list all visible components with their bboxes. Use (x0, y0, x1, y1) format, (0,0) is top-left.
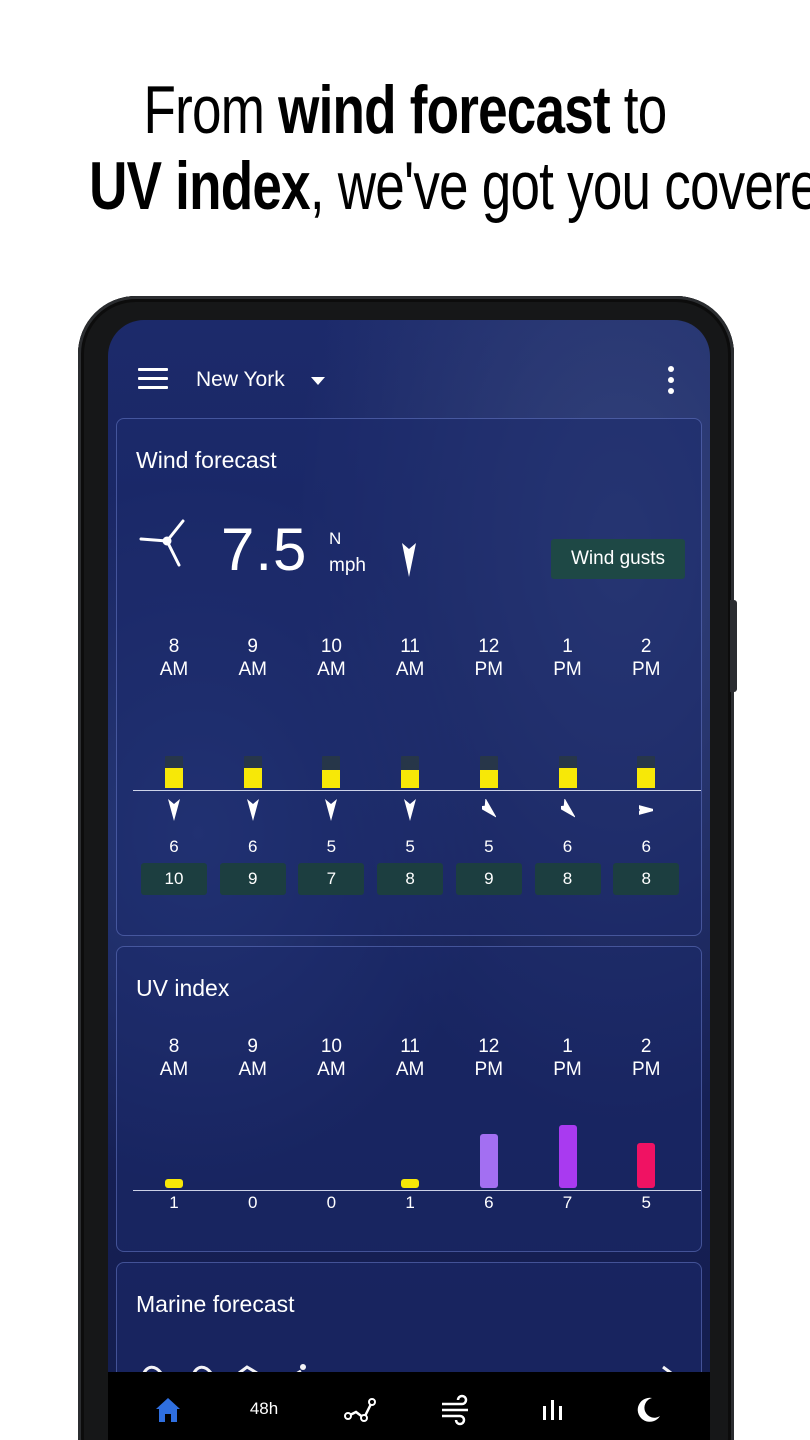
headline-text: , we've got you covered (309, 148, 810, 224)
wind-direction-arrow-icon (404, 799, 417, 821)
hour-label: 9 AM (238, 1036, 267, 1080)
uv-index-value: 6 (484, 1193, 494, 1212)
48h-tab[interactable]: 48h (244, 1392, 284, 1426)
current-wind-direction: N (329, 529, 342, 548)
hour-label: 8 AM (159, 1036, 189, 1080)
wind-gust-value: 8 (534, 863, 601, 895)
bottom-navigation: 48h (108, 1372, 710, 1440)
caret-down-icon[interactable] (311, 377, 325, 385)
uv-index-value: 5 (641, 1193, 651, 1212)
current-wind-speed: 7.5 (221, 516, 308, 583)
wind-direction-arrow-icon (481, 799, 496, 818)
chart-baseline (133, 1190, 701, 1191)
hour-label: 11 AM (395, 636, 425, 680)
wind-speed-bar (558, 768, 577, 788)
wind-speed-bar (243, 768, 262, 788)
headline-bold-text: UV index (89, 148, 310, 224)
graph-icon[interactable] (340, 1392, 380, 1426)
wind-gust-value: 8 (613, 863, 680, 895)
wind-forecast-card[interactable]: Wind forecast 7.5 N mph Wind gusts 8 AM 6 1… (116, 418, 702, 936)
hour-label: 12 PM (474, 1036, 504, 1080)
home-icon[interactable] (148, 1392, 188, 1426)
headline-line-2: UV index, we've got you covered (89, 148, 810, 224)
wind-speed-bar (165, 768, 183, 788)
promo-headline: From wind forecast to UV index, we've go… (89, 72, 810, 224)
wind-speed-value: 6 (169, 837, 179, 856)
more-vertical-icon[interactable] (668, 366, 674, 394)
uv-bar (558, 1125, 577, 1188)
wind-speed-value: 6 (247, 837, 258, 856)
hour-label: 10 AM (317, 1036, 346, 1080)
chart-baseline (133, 790, 701, 791)
headline-line-1: From wind forecast to (89, 72, 721, 148)
wind-speed-value: 5 (484, 837, 494, 856)
card-title: Marine forecast (136, 1291, 295, 1317)
wind-speed-unit: mph (329, 555, 366, 576)
uv-index-value: 0 (247, 1193, 258, 1212)
uv-bar (637, 1143, 656, 1188)
wind-gust-value: 10 (141, 863, 207, 895)
headline-text: to (609, 72, 667, 148)
hour-label: 8 AM (159, 636, 189, 680)
hour-label: 10 AM (317, 636, 346, 680)
uv-index-value: 1 (169, 1193, 179, 1212)
uv-index-value: 7 (562, 1193, 573, 1212)
uv-index-value: 1 (405, 1193, 415, 1212)
wind-speed-bar (401, 770, 420, 788)
hour-label: 2 PM (631, 1036, 661, 1080)
wind-speed-bar (637, 768, 656, 788)
wind-direction-arrow-icon (639, 804, 654, 816)
card-title: UV index (136, 975, 230, 1001)
uv-bar (165, 1179, 183, 1188)
menu-icon[interactable] (138, 368, 168, 390)
hour-label: 1 PM (553, 1036, 582, 1080)
wind-gust-value: 8 (377, 863, 444, 895)
wind-gusts-button[interactable]: Wind gusts (551, 539, 685, 579)
wind-icon[interactable] (436, 1392, 476, 1426)
wind-turbine-icon (139, 519, 185, 567)
uv-index-value: 0 (326, 1193, 337, 1212)
wind-speed-value: 6 (641, 837, 651, 856)
wind-direction-arrow-icon (402, 543, 416, 577)
wind-gust-value: 9 (219, 863, 286, 895)
wind-direction-arrow-icon (560, 799, 575, 818)
phone-screen: New York Wind forecast 7.5 N mph Wind gu… (108, 320, 710, 1440)
location-selector[interactable]: New York (196, 368, 285, 392)
wind-direction-arrow-icon (325, 799, 338, 821)
hour-label: 2 PM (631, 636, 661, 680)
wind-direction-arrow-icon (246, 799, 259, 821)
hour-label: 12 PM (474, 636, 504, 680)
wind-direction-arrow-icon (168, 799, 180, 821)
uv-bar (401, 1179, 420, 1188)
bar-chart-icon[interactable] (532, 1392, 572, 1426)
wind-speed-value: 5 (326, 837, 337, 856)
phone-side-button (730, 600, 737, 692)
uv-bar (479, 1134, 498, 1188)
card-title: Wind forecast (136, 447, 277, 473)
headline-bold-text: wind forecast (278, 72, 611, 148)
wind-speed-bar (479, 770, 498, 788)
moon-icon[interactable] (628, 1392, 668, 1426)
uv-index-card[interactable]: UV index 8 AM 1 9 AM 0 10 AM 0 11 AM 1 12 PM 6 1 PM 7 2 PM 5 (116, 946, 702, 1252)
wind-speed-value: 6 (562, 837, 573, 856)
hour-label: 11 AM (395, 1036, 425, 1080)
hour-label: 1 PM (553, 636, 582, 680)
wind-speed-value: 5 (405, 837, 415, 856)
headline-text: From (143, 72, 279, 148)
hour-label: 9 AM (238, 636, 267, 680)
wind-gust-value: 7 (298, 863, 365, 895)
wind-speed-bar (322, 770, 341, 788)
wind-gust-value: 9 (455, 863, 522, 895)
